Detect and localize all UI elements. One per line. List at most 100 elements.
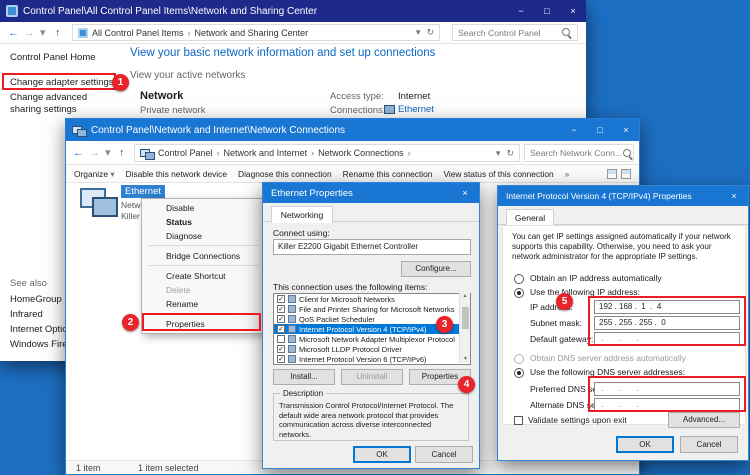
radio-use-dns-label[interactable]: Use the following DNS server addresses: xyxy=(530,367,685,377)
sidebar-item-change-adapter-settings[interactable]: Change adapter settings xyxy=(10,77,114,88)
search-input[interactable]: Search Network Conn... xyxy=(524,144,634,162)
breadcrumb-item[interactable]: Network Connections xyxy=(318,148,404,158)
search-icon[interactable] xyxy=(561,27,572,38)
protocol-icon xyxy=(288,305,296,313)
scroll-down-icon[interactable]: ▼ xyxy=(463,356,468,362)
scroll-up-icon[interactable]: ▲ xyxy=(463,293,468,299)
breadcrumb-dropdown-icon[interactable]: ▾ xyxy=(496,148,501,159)
breadcrumb-dropdown-icon[interactable]: ▾ xyxy=(416,27,421,38)
sidebar-item-infrared[interactable]: Infrared xyxy=(10,309,43,320)
connection-item[interactable]: Microsoft Network Adapter Multiplexor Pr… xyxy=(274,334,460,344)
preferred-dns-field[interactable]: . . . xyxy=(594,382,740,396)
validate-checkbox[interactable] xyxy=(514,416,523,425)
maximize-button[interactable]: □ xyxy=(534,0,560,22)
context-menu-item-disable[interactable]: Disable xyxy=(142,201,264,215)
titlebar-ethernet-properties[interactable]: Ethernet Properties × xyxy=(263,183,479,203)
view-large-icons-icon[interactable] xyxy=(607,169,617,179)
titlebar-network-sharing-center[interactable]: Control Panel\All Control Panel Items\Ne… xyxy=(0,0,586,22)
breadcrumb-item[interactable]: Control Panel xyxy=(158,148,213,158)
maximize-button[interactable]: □ xyxy=(587,119,613,141)
organize-menu[interactable]: Organize ▾ xyxy=(74,169,115,179)
connection-item[interactable]: ✓Client for Microsoft Networks xyxy=(274,294,460,304)
breadcrumb[interactable]: All Control Panel Items › Network and Sh… xyxy=(72,24,440,41)
tab-networking[interactable]: Networking xyxy=(271,206,333,223)
checkbox-icon[interactable]: ✓ xyxy=(277,355,285,363)
radio-obtain-ip-label[interactable]: Obtain an IP address automatically xyxy=(530,273,662,283)
refresh-icon[interactable]: ↻ xyxy=(506,148,514,159)
search-icon[interactable] xyxy=(622,148,633,159)
close-button[interactable]: × xyxy=(720,186,748,206)
close-button[interactable]: × xyxy=(560,0,586,22)
cancel-button[interactable]: Cancel xyxy=(415,446,473,463)
sidebar-item-homegroup[interactable]: HomeGroup xyxy=(10,294,62,305)
breadcrumb-item[interactable]: Network and Internet xyxy=(224,148,308,158)
connection-item[interactable]: ✓Internet Protocol Version 4 (TCP/IPv4) xyxy=(274,324,460,334)
context-menu-item-bridge-connections[interactable]: Bridge Connections xyxy=(142,249,264,263)
toolbar-rename-connection[interactable]: Rename this connection xyxy=(343,169,433,179)
tab-general[interactable]: General xyxy=(506,209,554,226)
context-menu-item-rename[interactable]: Rename xyxy=(142,297,264,311)
titlebar-ipv4-properties[interactable]: Internet Protocol Version 4 (TCP/IPv4) P… xyxy=(498,186,748,206)
history-dropdown-icon[interactable]: ▾ xyxy=(105,146,111,160)
close-button[interactable]: × xyxy=(613,119,639,141)
breadcrumb-item[interactable]: Network and Sharing Center xyxy=(195,28,309,38)
connection-item[interactable]: ✓Internet Protocol Version 6 (TCP/IPv6) xyxy=(274,354,460,364)
radio-use-ip[interactable] xyxy=(514,288,524,298)
view-details-icon[interactable] xyxy=(621,169,631,179)
context-menu-item-status[interactable]: Status xyxy=(142,215,264,229)
ethernet-link-label[interactable]: Ethernet xyxy=(398,104,434,115)
subnet-mask-field[interactable]: 255 . 255 . 255 . 0 xyxy=(594,316,740,330)
alternate-dns-field[interactable]: . . . xyxy=(594,398,740,412)
breadcrumb-item[interactable]: All Control Panel Items xyxy=(92,28,184,38)
toolbar-view-status[interactable]: View status of this connection xyxy=(443,169,553,179)
ip-address-field[interactable]: 192 . 168 . 1 . 4 xyxy=(594,300,740,314)
titlebar-network-connections[interactable]: Control Panel\Network and Internet\Netwo… xyxy=(66,119,639,141)
up-icon[interactable]: ↑ xyxy=(119,146,125,160)
connection-item[interactable]: ✓QoS Packet Scheduler xyxy=(274,314,460,324)
ok-button[interactable]: OK xyxy=(616,436,674,453)
search-input[interactable]: Search Control Panel xyxy=(452,24,578,41)
close-button[interactable]: × xyxy=(451,183,479,203)
install-button[interactable]: Install... xyxy=(273,369,335,385)
checkbox-icon[interactable]: ✓ xyxy=(277,295,285,303)
validate-checkbox-label[interactable]: Validate settings upon exit xyxy=(528,415,627,425)
checkbox-icon[interactable]: ✓ xyxy=(277,325,285,333)
ok-button[interactable]: OK xyxy=(353,446,411,463)
minimize-button[interactable]: − xyxy=(508,0,534,22)
ethernet-link[interactable]: Ethernet xyxy=(384,104,434,115)
toolbar-disable-device[interactable]: Disable this network device xyxy=(126,169,227,179)
ethernet-adapter-icon[interactable] xyxy=(78,185,118,217)
scrollbar[interactable]: ▲ ▼ xyxy=(459,293,470,363)
context-menu-item-create-shortcut[interactable]: Create Shortcut xyxy=(142,269,264,283)
up-icon[interactable]: ↑ xyxy=(55,26,61,40)
toolbar-overflow-icon[interactable]: » xyxy=(565,169,570,179)
refresh-icon[interactable]: ↻ xyxy=(426,27,434,38)
context-menu-item-diagnose[interactable]: Diagnose xyxy=(142,229,264,243)
checkbox-icon[interactable]: ✓ xyxy=(277,345,285,353)
radio-use-dns[interactable] xyxy=(514,368,524,378)
radio-obtain-ip[interactable] xyxy=(514,274,524,284)
radio-use-ip-label[interactable]: Use the following IP address: xyxy=(530,287,640,297)
sidebar-item-change-advanced-sharing[interactable]: Change advanced sharing settings xyxy=(10,92,114,115)
advanced-button[interactable]: Advanced... xyxy=(668,412,740,428)
history-dropdown-icon[interactable]: ▾ xyxy=(40,26,46,40)
context-menu-item-properties[interactable]: Properties xyxy=(142,317,264,331)
breadcrumb[interactable]: Control Panel › Network and Internet › N… xyxy=(134,144,520,162)
checkbox-icon[interactable]: ✓ xyxy=(277,315,285,323)
forward-icon[interactable]: → xyxy=(89,146,100,160)
default-gateway-field[interactable]: . . . xyxy=(594,332,740,346)
checkbox-icon[interactable] xyxy=(277,335,285,343)
back-icon[interactable]: ← xyxy=(8,26,19,40)
minimize-button[interactable]: − xyxy=(561,119,587,141)
sidebar-item-control-panel-home[interactable]: Control Panel Home xyxy=(10,52,96,63)
forward-icon[interactable]: → xyxy=(24,26,35,40)
cancel-button[interactable]: Cancel xyxy=(680,436,738,453)
configure-button[interactable]: Configure... xyxy=(401,261,471,277)
connection-item-ethernet[interactable]: Ethernet xyxy=(121,185,165,198)
toolbar-diagnose-connection[interactable]: Diagnose this connection xyxy=(238,169,332,179)
connection-item[interactable]: ✓Microsoft LLDP Protocol Driver xyxy=(274,344,460,354)
back-icon[interactable]: ← xyxy=(73,146,84,160)
checkbox-icon[interactable]: ✓ xyxy=(277,305,285,313)
scroll-thumb[interactable] xyxy=(462,307,469,329)
connection-item[interactable]: ✓File and Printer Sharing for Microsoft … xyxy=(274,304,460,314)
